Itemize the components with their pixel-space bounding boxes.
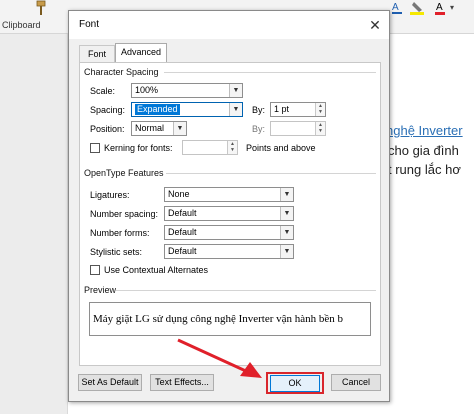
document-link-text[interactable]: nghệ Inverter <box>386 123 463 138</box>
dialog-titlebar[interactable]: Font ✕ <box>69 11 389 39</box>
spacing-by-label: By: <box>252 105 266 115</box>
navigation-strip <box>0 34 68 414</box>
section-divider <box>116 290 376 291</box>
advanced-tab-panel: Character Spacing Scale: 100% ▼ Spacing:… <box>79 62 381 366</box>
position-dropdown[interactable]: Normal ▼ <box>131 121 187 136</box>
position-by-spinner[interactable]: ▲ ▼ <box>270 121 326 136</box>
number-spacing-value: Default <box>168 208 197 218</box>
font-color-toolbar[interactable]: A A ▾ <box>392 0 474 20</box>
dialog-title: Font <box>79 19 100 30</box>
section-divider <box>166 173 376 174</box>
cancel-button[interactable]: Cancel <box>331 374 381 391</box>
font-color-icon[interactable]: A <box>436 2 443 13</box>
set-as-default-button[interactable]: Set As Default <box>78 374 142 391</box>
scale-value: 100% <box>135 85 159 95</box>
tab-font[interactable]: Font <box>79 45 115 62</box>
stylistic-sets-value: Default <box>168 246 197 256</box>
tab-advanced[interactable]: Advanced <box>115 43 167 62</box>
format-painter-icon[interactable] <box>34 0 48 16</box>
close-icon[interactable]: ✕ <box>365 15 385 35</box>
chevron-down-icon[interactable]: ▼ <box>280 245 293 258</box>
clipboard-group-label: Clipboard <box>2 20 41 30</box>
annotation-arrow-icon <box>177 338 262 378</box>
highlighter-icon[interactable] <box>412 2 422 12</box>
number-forms-value: Default <box>168 227 197 237</box>
preview-text: Máy giặt LG sử dụng công nghệ Inverter v… <box>93 313 344 325</box>
section-divider <box>164 72 376 73</box>
position-value: Normal <box>135 123 165 133</box>
scale-dropdown[interactable]: 100% ▼ <box>131 83 243 98</box>
position-by-label: By: <box>252 124 266 134</box>
kerning-checkbox[interactable] <box>90 143 100 153</box>
document-text-line: cho gia đình <box>388 143 459 158</box>
spacing-by-value: 1 pt <box>274 104 290 114</box>
ligatures-label: Ligatures: <box>90 190 130 200</box>
kerning-spinner[interactable]: ▲ ▼ <box>182 140 238 155</box>
spacing-value: Expanded <box>135 104 180 115</box>
ligatures-dropdown[interactable]: None ▼ <box>164 187 294 202</box>
spacing-by-spinner[interactable]: 1 pt ▲ ▼ <box>270 102 326 117</box>
scale-label: Scale: <box>90 86 116 96</box>
number-spacing-label: Number spacing: <box>90 209 159 219</box>
stylistic-sets-label: Stylistic sets: <box>90 247 143 257</box>
svg-text:▾: ▾ <box>450 3 454 12</box>
character-spacing-heading: Character Spacing <box>84 67 159 77</box>
spacing-label: Spacing: <box>90 105 126 115</box>
ok-button-highlight <box>266 372 324 394</box>
kerning-label: Kerning for fonts: <box>104 143 173 153</box>
number-forms-dropdown[interactable]: Default ▼ <box>164 225 294 240</box>
opentype-heading: OpenType Features <box>84 168 164 178</box>
chevron-down-icon[interactable]: ▼ <box>229 103 242 116</box>
kerning-suffix-label: Points and above <box>246 143 316 153</box>
ligatures-value: None <box>168 189 190 199</box>
preview-heading: Preview <box>84 285 117 295</box>
chevron-down-icon[interactable]: ▼ <box>229 84 242 97</box>
chevron-down-icon[interactable]: ▼ <box>280 188 293 201</box>
chevron-down-icon[interactable]: ▼ <box>280 226 293 239</box>
document-text-line: t rung lắc hơ <box>388 162 461 177</box>
chevron-down-icon[interactable]: ▼ <box>280 207 293 220</box>
number-forms-label: Number forms: <box>90 228 150 238</box>
stylistic-sets-dropdown[interactable]: Default ▼ <box>164 244 294 259</box>
contextual-alternates-checkbox[interactable] <box>90 265 100 275</box>
spin-arrows-icon[interactable]: ▲ ▼ <box>315 103 325 116</box>
position-label: Position: <box>90 124 125 134</box>
contextual-alternates-label: Use Contextual Alternates <box>104 265 209 275</box>
text-effects-icon[interactable]: A <box>392 2 399 13</box>
document-page <box>390 34 474 414</box>
spacing-dropdown[interactable]: Expanded ▼ <box>131 102 243 117</box>
chevron-down-icon[interactable]: ▼ <box>173 122 186 135</box>
number-spacing-dropdown[interactable]: Default ▼ <box>164 206 294 221</box>
spin-arrows-icon[interactable]: ▲ ▼ <box>227 141 237 154</box>
spin-arrows-icon[interactable]: ▲ ▼ <box>315 122 325 135</box>
